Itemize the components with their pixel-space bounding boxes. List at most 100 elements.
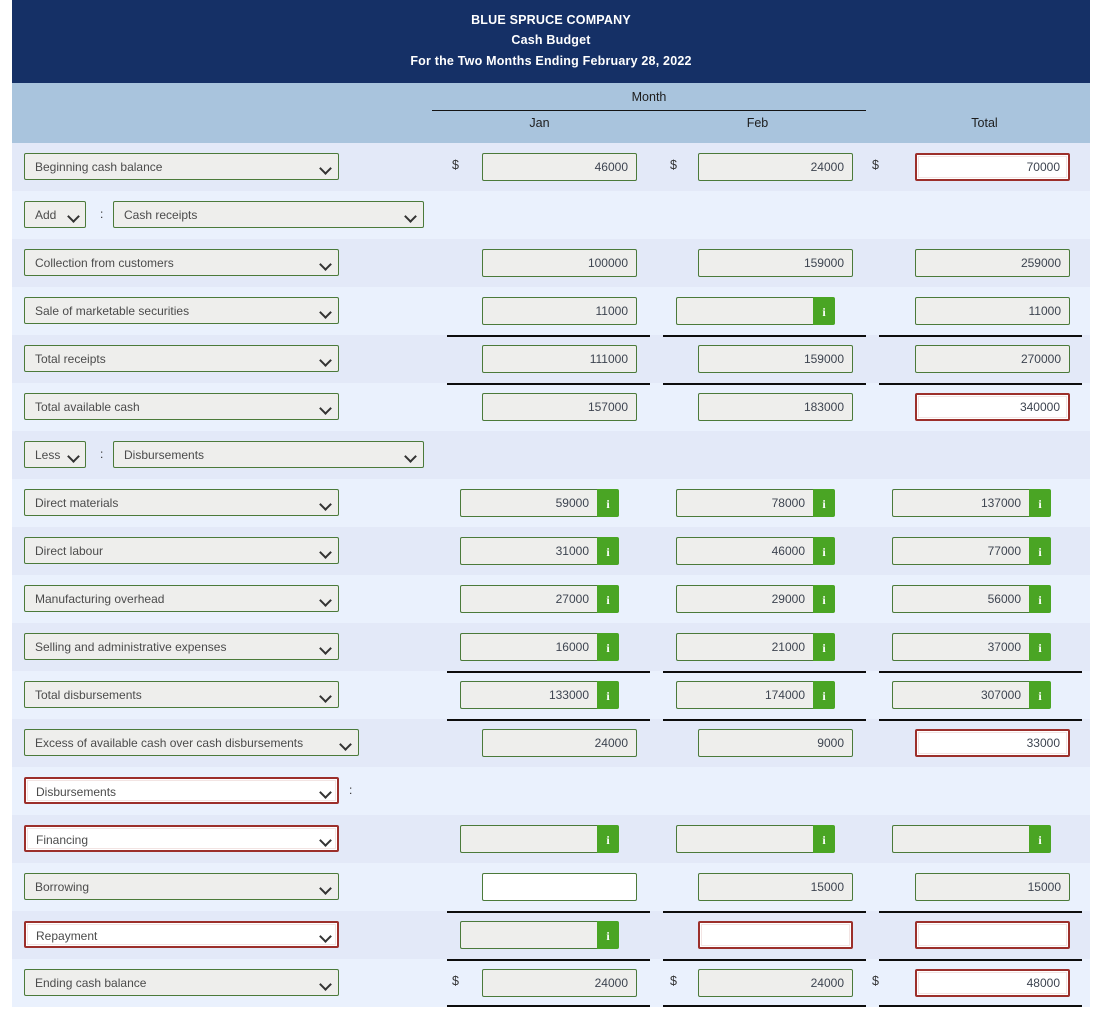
value-cell-total bbox=[915, 152, 1070, 181]
info-icon[interactable]: i bbox=[813, 536, 835, 565]
info-icon[interactable]: i bbox=[597, 920, 619, 949]
amount-input-jan[interactable] bbox=[460, 920, 597, 949]
info-icon[interactable]: i bbox=[1029, 824, 1051, 853]
budget-row-selling-and-administrative-expenses: Selling and administrative expenses i i i bbox=[12, 622, 1090, 671]
amount-input-total[interactable] bbox=[892, 824, 1029, 853]
amount-input-total[interactable] bbox=[915, 920, 1070, 949]
amount-input-total[interactable] bbox=[915, 344, 1070, 373]
amount-input-feb[interactable] bbox=[676, 488, 813, 517]
total-rule-feb bbox=[663, 1004, 866, 1007]
amount-input-jan[interactable] bbox=[460, 584, 597, 613]
label-select-manufacturing-overhead[interactable]: Manufacturing overhead bbox=[24, 584, 339, 612]
label-select-excess-of-available-cash-over-cash-disbursements[interactable]: Excess of available cash over cash disbu… bbox=[24, 728, 359, 756]
amount-input-feb[interactable] bbox=[676, 632, 813, 661]
amount-input-total[interactable] bbox=[892, 536, 1029, 565]
operator-select-add-cash-receipts[interactable]: Add bbox=[24, 200, 86, 228]
info-icon[interactable]: i bbox=[597, 632, 619, 661]
info-icon[interactable]: i bbox=[813, 488, 835, 517]
label-select-direct-materials[interactable]: Direct materials bbox=[24, 488, 339, 516]
operator-select-less-disbursements[interactable]: Less bbox=[24, 440, 86, 468]
info-icon[interactable]: i bbox=[597, 536, 619, 565]
label-select-less-disbursements[interactable]: Disbursements bbox=[113, 440, 424, 468]
label-select-excess-of-available-cash-over-cash-disbursements-wrapper: Excess of available cash over cash disbu… bbox=[24, 728, 359, 756]
amount-input-jan[interactable] bbox=[460, 488, 597, 517]
subtotal-rule-feb bbox=[663, 334, 866, 337]
amount-input-total[interactable] bbox=[915, 728, 1070, 757]
amount-input-feb[interactable] bbox=[676, 680, 813, 709]
label-select-disbursements-heading[interactable]: Disbursements bbox=[24, 776, 339, 804]
amount-input-feb[interactable] bbox=[676, 536, 813, 565]
label-select-direct-labour[interactable]: Direct labour bbox=[24, 536, 339, 564]
label-select-collection-from-customers[interactable]: Collection from customers bbox=[24, 248, 339, 276]
label-select-total-disbursements[interactable]: Total disbursements bbox=[24, 680, 339, 708]
amount-input-jan[interactable] bbox=[460, 632, 597, 661]
amount-input-total[interactable] bbox=[915, 872, 1070, 901]
amount-input-total[interactable] bbox=[915, 968, 1070, 997]
label-select-ending-cash-balance-wrapper: Ending cash balance bbox=[24, 968, 339, 996]
subtotal-rule-feb bbox=[663, 382, 866, 385]
amount-input-jan[interactable] bbox=[460, 824, 597, 853]
amount-input-total[interactable] bbox=[892, 584, 1029, 613]
label-select-selling-and-administrative-expenses[interactable]: Selling and administrative expenses bbox=[24, 632, 339, 660]
amount-input-feb[interactable] bbox=[698, 872, 853, 901]
info-icon[interactable]: i bbox=[597, 584, 619, 613]
label-select-beginning-cash-balance[interactable]: Beginning cash balance bbox=[24, 152, 339, 180]
amount-input-total[interactable] bbox=[915, 296, 1070, 325]
value-cell-feb bbox=[698, 152, 853, 181]
amount-input-feb[interactable] bbox=[698, 344, 853, 373]
budget-row-collection-from-customers: Collection from customers bbox=[12, 238, 1090, 287]
amount-input-feb[interactable] bbox=[698, 920, 853, 949]
info-icon[interactable]: i bbox=[813, 680, 835, 709]
amount-input-feb[interactable] bbox=[676, 824, 813, 853]
label-select-borrowing[interactable]: Borrowing bbox=[24, 872, 339, 900]
info-icon[interactable]: i bbox=[813, 824, 835, 853]
amount-input-jan[interactable] bbox=[482, 296, 637, 325]
amount-input-jan[interactable] bbox=[482, 248, 637, 277]
amount-input-jan[interactable] bbox=[482, 344, 637, 373]
amount-input-feb[interactable] bbox=[676, 296, 813, 325]
amount-input-feb[interactable] bbox=[698, 248, 853, 277]
amount-input-feb[interactable] bbox=[698, 968, 853, 997]
amount-input-total[interactable] bbox=[915, 152, 1070, 181]
subtotal-rule-jan bbox=[447, 670, 650, 673]
amount-input-jan[interactable] bbox=[482, 152, 637, 181]
amount-input-feb[interactable] bbox=[676, 584, 813, 613]
budget-rows: Beginning cash balance $ $ $ Add: Cash receip… bbox=[12, 142, 1090, 1007]
info-icon[interactable]: i bbox=[813, 584, 835, 613]
label-select-financing[interactable]: Financing bbox=[24, 824, 339, 852]
amount-input-jan[interactable] bbox=[460, 536, 597, 565]
label-select-ending-cash-balance[interactable]: Ending cash balance bbox=[24, 968, 339, 996]
amount-input-jan[interactable] bbox=[482, 968, 637, 997]
info-icon[interactable]: i bbox=[813, 296, 835, 325]
subtotal-rule-total bbox=[879, 382, 1082, 385]
amount-input-jan[interactable] bbox=[482, 728, 637, 757]
info-icon[interactable]: i bbox=[813, 632, 835, 661]
label-select-manufacturing-overhead-wrapper: Manufacturing overhead bbox=[24, 584, 339, 612]
amount-input-feb[interactable] bbox=[698, 392, 853, 421]
label-select-total-available-cash[interactable]: Total available cash bbox=[24, 392, 339, 420]
label-select-total-receipts[interactable]: Total receipts bbox=[24, 344, 339, 372]
amount-input-feb[interactable] bbox=[698, 728, 853, 757]
amount-input-jan[interactable] bbox=[482, 872, 637, 901]
label-select-total-available-cash-wrapper: Total available cash bbox=[24, 392, 339, 420]
amount-input-feb[interactable] bbox=[698, 152, 853, 181]
info-icon[interactable]: i bbox=[597, 680, 619, 709]
amount-input-total[interactable] bbox=[892, 680, 1029, 709]
amount-input-total[interactable] bbox=[915, 392, 1070, 421]
info-icon[interactable]: i bbox=[1029, 488, 1051, 517]
info-icon[interactable]: i bbox=[1029, 632, 1051, 661]
amount-input-total[interactable] bbox=[915, 248, 1070, 277]
amount-input-jan[interactable] bbox=[460, 680, 597, 709]
amount-input-total[interactable] bbox=[892, 632, 1029, 661]
info-icon[interactable]: i bbox=[597, 488, 619, 517]
info-icon[interactable]: i bbox=[1029, 536, 1051, 565]
label-select-add-cash-receipts[interactable]: Cash receipts bbox=[113, 200, 424, 228]
label-select-sale-of-marketable-securities[interactable]: Sale of marketable securities bbox=[24, 296, 339, 324]
info-icon[interactable]: i bbox=[1029, 680, 1051, 709]
amount-input-total[interactable] bbox=[892, 488, 1029, 517]
info-icon[interactable]: i bbox=[597, 824, 619, 853]
info-icon[interactable]: i bbox=[1029, 584, 1051, 613]
label-select-repayment[interactable]: Repayment bbox=[24, 920, 339, 948]
amount-input-jan[interactable] bbox=[482, 392, 637, 421]
label-select-selling-and-administrative-expenses-wrapper: Selling and administrative expenses bbox=[24, 632, 339, 660]
